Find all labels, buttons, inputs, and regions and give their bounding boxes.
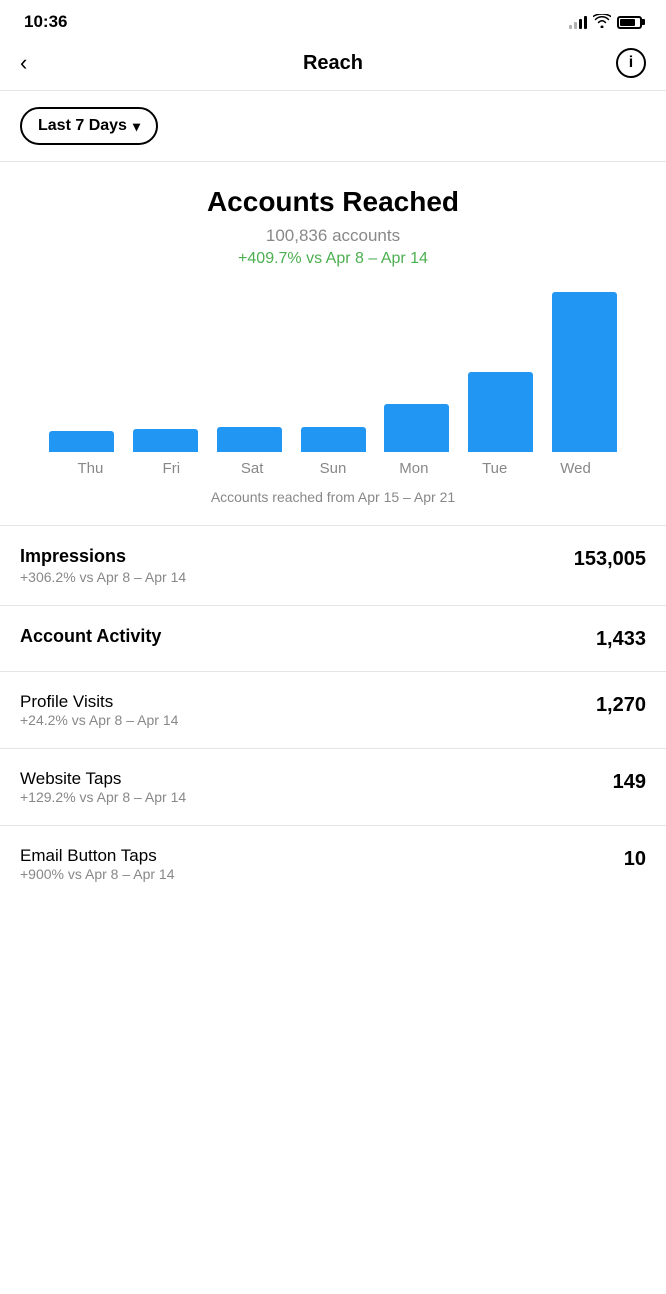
- page-title: Reach: [303, 52, 363, 75]
- bar-group-fri: [124, 429, 208, 452]
- email-button-taps-change: +900% vs Apr 8 – Apr 14: [20, 866, 624, 882]
- bar-fri: [133, 429, 198, 452]
- bar-sun: [301, 427, 366, 452]
- bar-sat: [217, 427, 282, 452]
- bar-group-sat: [207, 427, 291, 452]
- profile-visits-label: Profile Visits: [20, 692, 596, 712]
- bar-group-mon: [375, 404, 459, 452]
- profile-visits-change-pct: +24.2%: [20, 712, 68, 728]
- chart-label-mon: Mon: [373, 460, 454, 477]
- bar-mon: [384, 404, 449, 452]
- impressions-value: 153,005: [574, 546, 646, 571]
- bar-tue: [468, 372, 533, 452]
- account-activity-label: Account Activity: [20, 626, 596, 647]
- chart-label-sun: Sun: [293, 460, 374, 477]
- battery-icon: [617, 16, 642, 29]
- back-button[interactable]: ‹: [20, 50, 60, 76]
- website-taps-change-suffix: vs Apr 8 – Apr 14: [76, 789, 187, 805]
- info-icon[interactable]: i: [616, 48, 646, 78]
- chart-subtitle: Accounts reached from Apr 15 – Apr 21: [20, 489, 646, 505]
- bar-wed: [552, 292, 617, 452]
- chart-label-sat: Sat: [212, 460, 293, 477]
- email-button-taps-row: Email Button Taps +900% vs Apr 8 – Apr 1…: [0, 826, 666, 902]
- impressions-change-pct: +306.2%: [20, 569, 76, 585]
- chart-label-wed: Wed: [535, 460, 616, 477]
- main-content: Accounts Reached 100,836 accounts +409.7…: [0, 162, 666, 505]
- wifi-icon: [593, 14, 611, 31]
- chart-label-tue: Tue: [454, 460, 535, 477]
- bar-group-tue: [459, 372, 543, 452]
- chevron-down-icon: ▾: [133, 118, 140, 135]
- accounts-count: 100,836 accounts: [20, 226, 646, 246]
- status-bar: 10:36: [0, 0, 666, 40]
- profile-visits-change-suffix: vs Apr 8 – Apr 14: [68, 712, 179, 728]
- info-button[interactable]: i: [606, 48, 646, 78]
- profile-visits-row: Profile Visits +24.2% vs Apr 8 – Apr 14 …: [0, 672, 666, 748]
- website-taps-label: Website Taps: [20, 769, 613, 789]
- status-icons: [569, 14, 642, 31]
- chart-labels: ThuFriSatSunMonTueWed: [30, 452, 636, 477]
- account-activity-value: 1,433: [596, 626, 646, 651]
- filter-label: Last 7 Days: [38, 117, 127, 135]
- impressions-row: Impressions +306.2% vs Apr 8 – Apr 14 15…: [0, 526, 666, 605]
- signal-icon: [569, 15, 587, 29]
- bar-group-thu: [40, 431, 124, 452]
- email-button-taps-value: 10: [624, 846, 646, 871]
- chart-bars: [30, 292, 636, 452]
- website-taps-change: +129.2% vs Apr 8 – Apr 14: [20, 789, 613, 805]
- date-filter-button[interactable]: Last 7 Days ▾: [20, 107, 158, 145]
- nav-bar: ‹ Reach i: [0, 40, 666, 91]
- bar-group-sun: [291, 427, 375, 452]
- account-activity-row: Account Activity 1,433: [0, 606, 666, 671]
- bar-thu: [49, 431, 114, 452]
- website-taps-change-pct: +129.2%: [20, 789, 76, 805]
- status-time: 10:36: [24, 12, 67, 32]
- email-button-taps-label: Email Button Taps: [20, 846, 624, 866]
- profile-visits-change: +24.2% vs Apr 8 – Apr 14: [20, 712, 596, 728]
- chart-label-thu: Thu: [50, 460, 131, 477]
- section-title: Accounts Reached: [20, 186, 646, 218]
- chart-container: ThuFriSatSunMonTueWed: [20, 292, 646, 477]
- email-button-taps-change-suffix: vs Apr 8 – Apr 14: [64, 866, 175, 882]
- filter-section: Last 7 Days ▾: [0, 91, 666, 162]
- bar-group-wed: [542, 292, 626, 452]
- email-button-taps-change-pct: +900%: [20, 866, 64, 882]
- accounts-change: +409.7% vs Apr 8 – Apr 14: [20, 250, 646, 268]
- impressions-change-suffix: vs Apr 8 – Apr 14: [76, 569, 187, 585]
- website-taps-value: 149: [613, 769, 646, 794]
- website-taps-row: Website Taps +129.2% vs Apr 8 – Apr 14 1…: [0, 749, 666, 825]
- chart-label-fri: Fri: [131, 460, 212, 477]
- impressions-change: +306.2% vs Apr 8 – Apr 14: [20, 569, 574, 585]
- impressions-label: Impressions: [20, 546, 574, 567]
- profile-visits-value: 1,270: [596, 692, 646, 717]
